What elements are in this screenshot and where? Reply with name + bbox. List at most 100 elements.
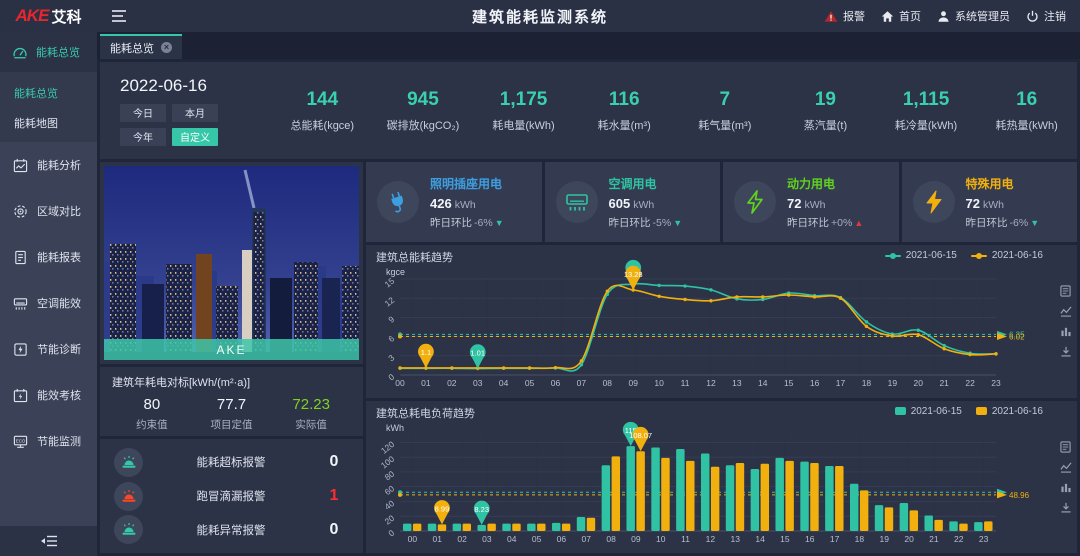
right-column: 照明插座用电 426kWh 昨日环比-6%▼ 空调用电 605kW — [366, 162, 1077, 553]
tab-close-icon[interactable]: × — [161, 42, 172, 53]
alarm-row-leakage: 跑冒滴漏报警 1 — [114, 482, 349, 511]
sidebar-item-assessment[interactable]: 能效考核 — [0, 372, 97, 418]
alarm-row-over-limit: 能耗超标报警 0 — [114, 448, 349, 477]
bar-type-icon[interactable] — [1060, 326, 1072, 337]
siren-icon — [114, 515, 143, 544]
sidebar-item-report[interactable]: 能耗报表 — [0, 234, 97, 280]
header-menu: 报警 首页 系统管理员 注销 — [824, 8, 1080, 24]
sidebar-item-analysis[interactable]: 能耗分析 — [0, 142, 97, 188]
download-icon[interactable] — [1060, 502, 1072, 513]
sidebar-collapse-button[interactable] — [0, 526, 97, 556]
sidebar-item-diagnosis[interactable]: 节能诊断 — [0, 326, 97, 372]
logout-menu[interactable]: 注销 — [1026, 8, 1066, 24]
svg-text:14: 14 — [755, 534, 765, 544]
sidebar-item-monitoring[interactable]: ECO 节能监测 — [0, 418, 97, 464]
sidebar-subitem-map[interactable]: 能耗地图 — [0, 108, 97, 138]
bar-type-icon[interactable] — [1060, 482, 1072, 493]
line-type-icon[interactable] — [1060, 462, 1072, 473]
svg-text:17: 17 — [836, 378, 846, 388]
svg-text:12: 12 — [706, 534, 716, 544]
brand-logo: AKE 艾科 — [0, 6, 97, 27]
legend-item[interactable]: 2021-06-16 — [971, 250, 1043, 261]
filter-button-year[interactable]: 今年 — [120, 128, 166, 146]
svg-text:ECO: ECO — [16, 438, 26, 443]
sidebar-subitem-overview[interactable]: 能耗总览 — [0, 78, 97, 108]
svg-text:0: 0 — [386, 527, 396, 538]
user-menu[interactable]: 系统管理员 — [937, 8, 1010, 24]
tab-energy-overview[interactable]: 能耗总览 × — [100, 34, 182, 59]
compare-delta: -5% — [653, 217, 672, 229]
trend-arrow-icon: ▲ — [854, 218, 863, 228]
main-area: 能耗总览 × 2022-06-16 今日 本月 今年 自定义 144总能耗(kg… — [97, 32, 1080, 556]
trend-arrow-icon: ▼ — [1030, 218, 1039, 228]
card-lighting-socket: 照明插座用电 426kWh 昨日环比-6%▼ — [366, 162, 542, 242]
legend-item[interactable]: 2021-06-16 — [976, 406, 1043, 417]
svg-text:48.96: 48.96 — [1009, 490, 1030, 499]
svg-text:04: 04 — [507, 534, 517, 544]
stat-heat: 16耗热量(kWh) — [976, 89, 1077, 133]
svg-text:100: 100 — [379, 453, 397, 470]
svg-text:1.01: 1.01 — [470, 349, 485, 358]
svg-text:05: 05 — [525, 378, 535, 388]
air-conditioner-icon — [13, 296, 28, 311]
svg-text:06: 06 — [551, 378, 561, 388]
summary-panel: 2022-06-16 今日 本月 今年 自定义 144总能耗(kgce) 945… — [100, 62, 1077, 159]
card-title: 特殊用电 — [966, 175, 1040, 192]
alarm-menu[interactable]: 报警 — [824, 8, 865, 24]
filter-button-custom[interactable]: 自定义 — [172, 128, 218, 146]
logo-text-cn: 艾科 — [51, 6, 81, 27]
card-power: 动力用电 72kWh 昨日环比+0%▲ — [723, 162, 899, 242]
svg-text:6: 6 — [386, 333, 396, 344]
data-view-icon[interactable] — [1060, 285, 1071, 297]
sidebar-item-compare[interactable]: 区域对比 — [0, 188, 97, 234]
filter-button-month[interactable]: 本月 — [172, 104, 218, 122]
svg-text:11: 11 — [681, 534, 690, 544]
legend-label: 2021-06-16 — [992, 406, 1043, 417]
line-type-icon[interactable] — [1060, 306, 1072, 317]
compare-label: 昨日环比 — [609, 217, 651, 229]
trend-arrow-icon: ▼ — [495, 218, 504, 228]
siren-icon — [114, 482, 143, 511]
svg-text:02: 02 — [457, 534, 467, 544]
filter-button-today[interactable]: 今日 — [120, 104, 166, 122]
svg-text:12: 12 — [706, 378, 716, 388]
svg-text:01: 01 — [421, 378, 431, 388]
svg-text:20: 20 — [904, 534, 914, 544]
load-trend-chart-panel: 建筑总耗电负荷趋势 2021-06-152021-06-16 020406080… — [366, 401, 1077, 554]
line-chart-canvas: 03691215kgce0001020304050607080910111213… — [374, 267, 1052, 391]
svg-text:10: 10 — [654, 378, 664, 388]
download-icon[interactable] — [1060, 346, 1072, 357]
benchmark-panel: 建筑年耗电对标[kWh/(m²·a)] 80约束值 77.7项目定值 72.23… — [100, 367, 363, 436]
gauge-icon — [12, 45, 28, 60]
benchmark-project: 77.7项目定值 — [192, 396, 272, 432]
bolt-square-icon — [13, 342, 28, 357]
legend-swatch — [976, 407, 987, 415]
legend-item[interactable]: 2021-06-15 — [895, 406, 962, 417]
collapse-menu-icon — [40, 535, 58, 547]
card-value: 72 — [966, 196, 980, 211]
sidebar-item-label: 区域对比 — [37, 203, 81, 219]
svg-text:120: 120 — [379, 438, 397, 455]
stat-total-energy: 144总能耗(kgce) — [272, 89, 373, 133]
home-menu[interactable]: 首页 — [881, 8, 921, 24]
chart-toolbox — [1060, 441, 1072, 513]
menu-toggle-icon[interactable] — [111, 9, 127, 23]
sidebar-item-hvac[interactable]: 空调能效 — [0, 280, 97, 326]
svg-text:19: 19 — [888, 378, 898, 388]
user-label: 系统管理员 — [955, 8, 1010, 24]
svg-text:07: 07 — [577, 378, 587, 388]
warning-triangle-icon — [824, 10, 838, 23]
tab-label: 能耗总览 — [110, 40, 154, 56]
svg-text:16: 16 — [805, 534, 815, 544]
svg-text:14: 14 — [758, 378, 768, 388]
compare-delta: +0% — [831, 217, 852, 229]
benchmark-constraint: 80约束值 — [112, 396, 192, 432]
svg-text:13: 13 — [732, 378, 742, 388]
city-skyline-image — [104, 166, 359, 360]
sidebar-item-overview[interactable]: 能耗总览 — [0, 32, 97, 72]
data-view-icon[interactable] — [1060, 441, 1071, 453]
eco-monitor-icon: ECO — [13, 434, 28, 449]
legend-item[interactable]: 2021-06-15 — [885, 250, 957, 261]
legend-swatch — [971, 255, 987, 257]
bar-chart-canvas: 020406080100120kWh0001020304050607080910… — [374, 423, 1052, 547]
